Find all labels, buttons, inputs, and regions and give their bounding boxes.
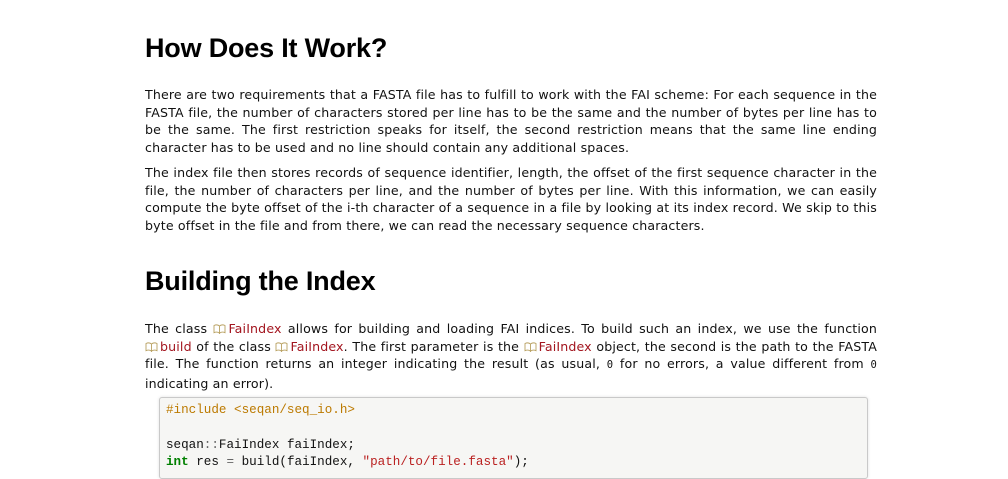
code-text: build(faiIndex, [234, 455, 363, 469]
faiindex-link[interactable]: FaiIndex [275, 338, 344, 354]
faiindex-link-label: FaiIndex [290, 338, 344, 354]
section-heading-how-it-works: How Does It Work? [145, 33, 388, 63]
faiindex-link-label: FaiIndex [538, 338, 592, 354]
text-span: for no errors, a value different from [613, 356, 871, 371]
faiindex-link-label: FaiIndex [228, 321, 282, 336]
code-line-build-call: int res = build(faiIndex, "path/to/file.… [166, 455, 529, 469]
code-block: #include <seqan/seq_io.h> seqan::FaiInde… [159, 397, 868, 479]
code-include-header: <seqan/seq_io.h> [234, 403, 355, 417]
code-scope-operator: :: [203, 438, 219, 452]
code-preprocessor: #include [166, 403, 227, 417]
paragraph-building: The class FaiIndex allows for building a… [145, 320, 877, 392]
code-operator: = [226, 455, 235, 469]
inline-code-zero: 0 [870, 359, 877, 371]
text-span: of the class [191, 338, 276, 354]
paragraph-index-file: The index file then stores records of se… [145, 165, 877, 233]
book-icon [524, 341, 537, 352]
build-function-link-label: build [160, 338, 192, 354]
book-icon [145, 341, 158, 352]
section-heading-building-index: Building the Index [145, 266, 376, 296]
text-span: The class [145, 321, 214, 336]
code-keyword: int [166, 455, 189, 469]
faiindex-link[interactable]: FaiIndex [213, 321, 281, 336]
text-span: . The first parameter is the [343, 338, 524, 354]
text-span: allows for building and loading FAI indi… [281, 321, 877, 336]
paragraph-requirements: There are two requirements that a FASTA … [145, 87, 877, 155]
book-icon [213, 324, 226, 334]
book-icon [276, 341, 288, 352]
code-line-include: #include <seqan/seq_io.h> [166, 403, 355, 417]
code-string: "path/to/file.fasta" [362, 455, 514, 469]
code-text: ); [513, 455, 529, 469]
code-line-declaration: seqan::FaiIndex faiIndex; [166, 438, 355, 452]
faiindex-link[interactable]: FaiIndex [524, 339, 592, 354]
code-namespace: seqan [166, 438, 204, 452]
build-function-link[interactable]: build [145, 339, 192, 354]
code-text: res [188, 455, 227, 469]
code-declaration-rest: FaiIndex faiIndex; [218, 438, 355, 452]
text-span: indicating an error). [145, 375, 274, 391]
